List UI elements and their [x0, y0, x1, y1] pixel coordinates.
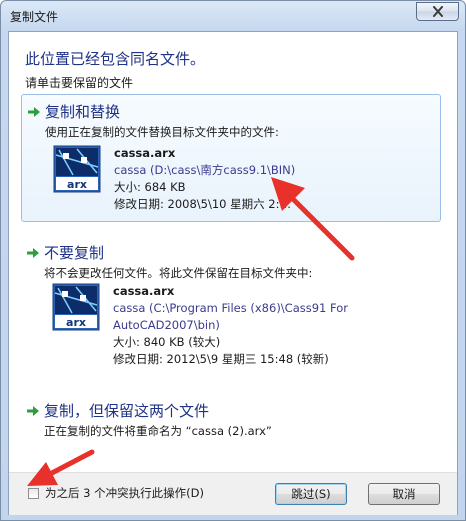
option-title: 不要复制	[44, 244, 105, 262]
svg-text:arx: arx	[66, 316, 86, 329]
conflict-heading: 此位置已经包含同名文件。	[25, 50, 206, 68]
file-path-line-2: AutoCAD2007\bin)	[113, 318, 220, 332]
file-name: cassa.arx	[113, 284, 175, 298]
green-arrow-icon	[27, 248, 39, 258]
source-file-details: cassa.arx cassa (D:\cass\南方cass9.1\BIN) …	[114, 145, 295, 213]
option-keep-both[interactable]: 复制，但保留这两个文件 正在复制的文件将重命名为 “cassa (2).arx”	[21, 394, 441, 444]
apply-to-all-checkbox[interactable]: 为之后 3 个冲突执行此操作(D)	[28, 485, 204, 501]
skip-button[interactable]: 跳过(S)	[275, 483, 347, 505]
option-description: 使用正在复制的文件替换目标文件夹中的文件:	[45, 125, 279, 139]
option-description: 将不会更改任何文件。将此文件保留在目标文件夹中:	[44, 266, 313, 280]
arx-file-icon: arx	[53, 145, 101, 193]
cancel-button[interactable]: 取消	[368, 483, 440, 505]
dialog-content: 此位置已经包含同名文件。 请单击要保留的文件 复制和替换 使用正在复制的文件替换…	[8, 31, 458, 515]
option-dont-copy[interactable]: 不要复制 将不会更改任何文件。将此文件保留在目标文件夹中: arx cassa.…	[21, 236, 441, 382]
green-arrow-icon	[27, 406, 39, 416]
green-arrow-icon	[28, 107, 40, 117]
conflict-subheading: 请单击要保留的文件	[25, 76, 134, 90]
file-size: 大小: 684 KB	[114, 180, 186, 194]
close-icon	[432, 6, 443, 17]
file-size: 大小: 840 KB (较大)	[113, 335, 221, 349]
dialog-footer: 为之后 3 个冲突执行此操作(D) 跳过(S) 取消	[9, 472, 457, 515]
file-path-line-1: cassa (C:\Program Files (x86)\Cass91 For	[113, 301, 348, 315]
file-modified-date: 修改日期: 2012\5\9 星期三 15:48 (较新)	[113, 352, 329, 366]
checkbox-label: 为之后 3 个冲突执行此操作(D)	[45, 486, 204, 500]
file-path: cassa (D:\cass\南方cass9.1\BIN)	[114, 163, 296, 177]
title-bar[interactable]: 复制文件	[1, 1, 465, 31]
arx-file-icon: arx	[52, 283, 100, 331]
svg-text:arx: arx	[67, 178, 87, 191]
destination-file-details: cassa.arx cassa (C:\Program Files (x86)\…	[113, 283, 348, 368]
copy-file-dialog: 复制文件 此位置已经包含同名文件。 请单击要保留的文件 复制和替换 使用正在复制…	[0, 0, 466, 521]
window-title: 复制文件	[10, 10, 59, 24]
file-modified-date: 修改日期: 2008\5\10 星期六 2:…	[114, 197, 291, 211]
option-copy-and-replace[interactable]: 复制和替换 使用正在复制的文件替换目标文件夹中的文件: arx cassa.ar…	[21, 94, 441, 222]
option-title: 复制和替换	[45, 103, 121, 121]
close-button[interactable]	[416, 2, 459, 21]
file-name: cassa.arx	[114, 146, 176, 160]
option-description: 正在复制的文件将重命名为 “cassa (2).arx”	[44, 424, 272, 438]
option-title: 复制，但保留这两个文件	[44, 402, 210, 420]
checkbox-box[interactable]	[28, 487, 39, 499]
